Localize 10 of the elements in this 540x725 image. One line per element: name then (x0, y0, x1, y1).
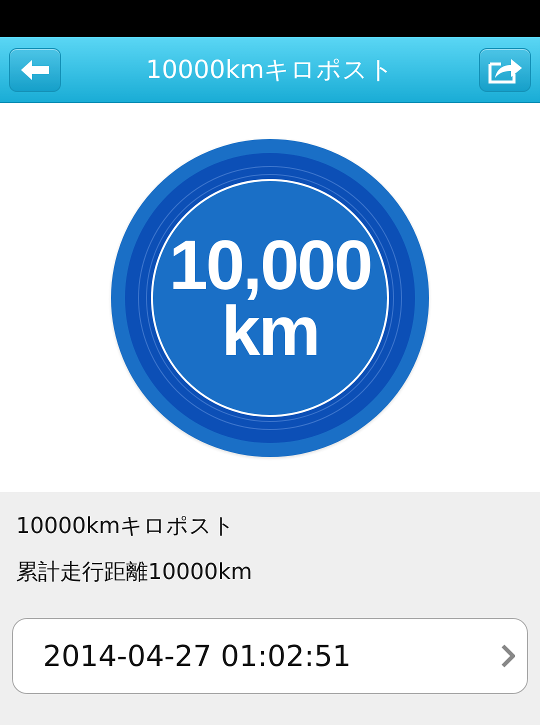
share-button[interactable] (478, 48, 531, 92)
chevron-icon (501, 644, 515, 668)
badge-value: 10,000 (168, 232, 372, 298)
back-arrow-icon (20, 58, 50, 80)
date-text: 2014-04-27 01:02:51 (43, 639, 351, 673)
date-row[interactable]: 2014-04-27 01:02:51 (12, 618, 528, 694)
achievement-description: 累計走行距離10000km (16, 559, 254, 587)
header-title: 10000kmキロポスト (146, 54, 394, 86)
achievement-title: 10000kmキロポスト (16, 513, 236, 541)
back-button[interactable] (9, 48, 61, 92)
